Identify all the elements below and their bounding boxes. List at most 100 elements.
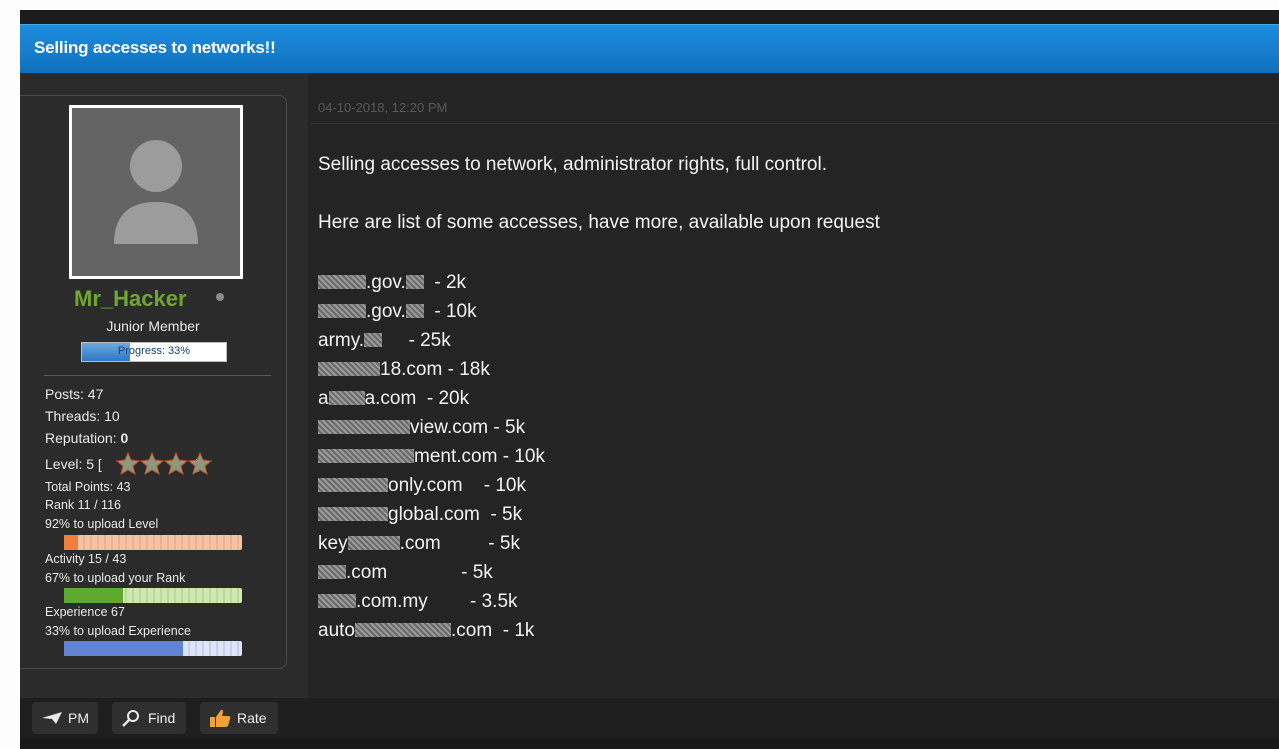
item-price: - 2k xyxy=(423,272,467,293)
item-price: - 10k xyxy=(497,446,545,467)
pm-button[interactable]: PM xyxy=(32,702,98,734)
item-price: - 10k xyxy=(423,301,477,322)
redacted-block xyxy=(318,507,388,521)
access-list-item: a a.com - 20k xyxy=(318,388,469,410)
redacted-block xyxy=(405,304,424,318)
item-domain: .gov. xyxy=(366,301,406,322)
find-button[interactable]: Find xyxy=(112,702,186,734)
redacted-block xyxy=(318,275,366,289)
item-domain: a.com xyxy=(364,388,417,409)
posts-count: Posts: 47 xyxy=(45,386,104,402)
item-prefix: auto xyxy=(318,620,355,641)
thread-title-bar: Selling accesses to networks!! xyxy=(20,24,1279,73)
experience-upload-text: 33% to upload Experience xyxy=(45,624,191,638)
access-list-item: global.com - 5k xyxy=(318,504,522,526)
redacted-block xyxy=(347,536,400,550)
item-price: - 5k xyxy=(387,562,493,583)
redacted-block xyxy=(405,275,424,289)
rate-button-label: Rate xyxy=(237,710,267,726)
item-domain: .gov. xyxy=(366,272,406,293)
access-list-item: .gov. - 2k xyxy=(318,272,466,294)
total-points: Total Points: 43 xyxy=(45,480,131,494)
default-avatar-icon xyxy=(114,140,198,244)
reputation: Reputation: 0 xyxy=(45,430,128,446)
item-domain: .com xyxy=(450,620,493,641)
star-icon xyxy=(139,452,165,476)
redacted-block xyxy=(318,594,356,608)
experience-bar xyxy=(64,641,242,656)
item-prefix: a xyxy=(318,388,329,409)
access-list-item: 18.com - 18k xyxy=(318,359,490,381)
bottom-strip xyxy=(20,738,1279,749)
redacted-block xyxy=(318,362,380,376)
item-price: - 18k xyxy=(442,359,490,380)
item-domain: ment.com xyxy=(414,446,498,467)
item-domain: global.com xyxy=(388,504,480,525)
star-icon xyxy=(116,452,141,476)
access-list-item: auto .com - 1k xyxy=(318,620,534,642)
experience-bar-fill xyxy=(64,641,184,656)
send-icon xyxy=(42,712,62,724)
activity-bar xyxy=(64,588,242,603)
user-title: Junior Member xyxy=(106,318,200,334)
access-list-item: key .com - 5k xyxy=(318,533,520,555)
rate-button[interactable]: Rate xyxy=(200,702,278,734)
divider xyxy=(44,375,271,376)
star-icon xyxy=(163,452,189,476)
item-price: - 20k xyxy=(416,388,470,409)
item-price: - 5k xyxy=(479,504,523,525)
pm-button-label: PM xyxy=(68,710,89,726)
redacted-block xyxy=(318,449,414,463)
thumbs-up-icon xyxy=(210,709,231,727)
post-line: Selling accesses to network, administrat… xyxy=(318,154,827,175)
access-list-item: .com - 5k xyxy=(318,562,493,584)
access-list-item: only.com - 10k xyxy=(318,475,526,497)
item-price: - 5k xyxy=(440,533,520,554)
user-progress-bar: Progress: 33% xyxy=(81,342,227,362)
access-list-item: .com.my - 3.5k xyxy=(318,591,518,613)
item-domain: 18.com xyxy=(380,359,443,380)
forum-post-frame: Selling accesses to networks!! Mr_Hacker… xyxy=(20,10,1279,749)
divider xyxy=(310,123,1279,124)
item-domain: .com.my xyxy=(356,591,428,612)
username-link[interactable]: Mr_Hacker xyxy=(74,286,187,312)
level-stars xyxy=(116,452,212,476)
redacted-block xyxy=(318,420,410,434)
threads-count: Threads: 10 xyxy=(45,408,120,424)
item-prefix: key xyxy=(318,533,348,554)
access-list-item: ment.com - 10k xyxy=(318,446,545,468)
top-strip xyxy=(20,10,1279,24)
offline-status-icon xyxy=(216,293,224,301)
item-domain: only.com xyxy=(388,475,463,496)
item-price: - 3.5k xyxy=(427,591,518,612)
experience: Experience 67 xyxy=(45,605,125,619)
activity-bar-fill xyxy=(64,588,123,603)
level-bar-fill xyxy=(64,535,79,550)
star-icon xyxy=(187,452,212,476)
access-list-item: army. - 25k xyxy=(318,330,451,352)
user-progress-label: Progress: 33% xyxy=(117,345,191,357)
redacted-block xyxy=(318,565,346,579)
item-domain: .com xyxy=(399,533,441,554)
item-domain: view.com xyxy=(410,417,489,438)
redacted-block xyxy=(318,304,366,318)
reputation-value: 0 xyxy=(120,430,129,446)
magnifier-icon xyxy=(122,710,139,727)
rank-upload-text: 67% to upload your Rank xyxy=(45,571,186,585)
reputation-label: Reputation: xyxy=(45,430,117,446)
access-list-item: .gov. - 10k xyxy=(318,301,477,323)
redacted-block xyxy=(318,478,388,492)
item-price: - 5k xyxy=(488,417,526,438)
rank: Rank 11 / 116 xyxy=(45,498,121,512)
item-price: - 25k xyxy=(382,330,451,351)
redacted-block xyxy=(354,623,451,637)
thread-title: Selling accesses to networks!! xyxy=(34,38,276,57)
find-button-label: Find xyxy=(148,710,176,726)
level-upload-text: 92% to upload Level xyxy=(45,517,159,531)
redacted-block xyxy=(328,391,365,405)
avatar[interactable] xyxy=(69,105,243,279)
level-bar xyxy=(64,535,242,550)
access-list-item: view.com - 5k xyxy=(318,417,525,439)
post-date: 04-10-2018, 12:20 PM xyxy=(318,100,448,115)
activity: Activity 15 / 43 xyxy=(45,552,127,566)
